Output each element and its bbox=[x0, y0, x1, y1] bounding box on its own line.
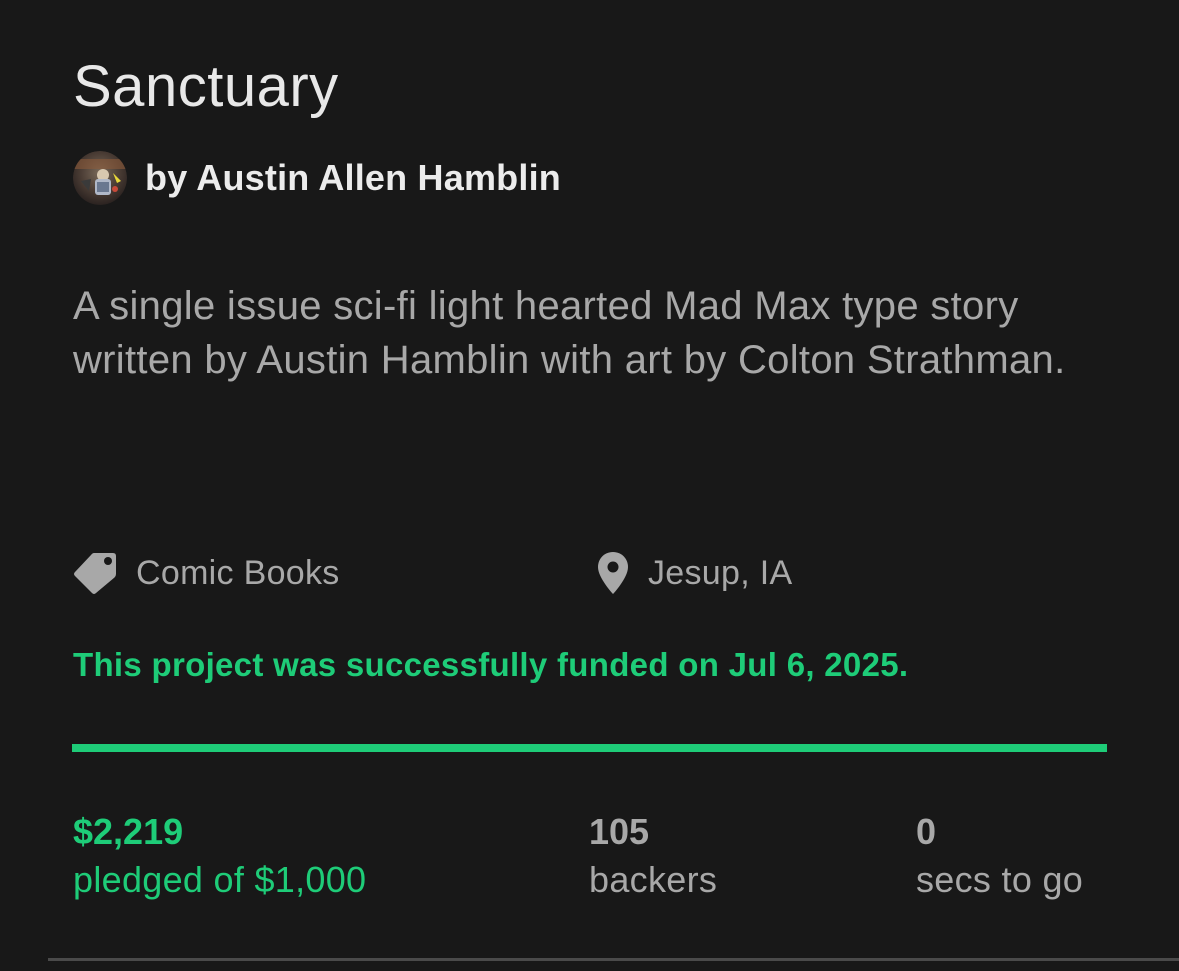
location-link[interactable]: Jesup, IA bbox=[596, 545, 792, 601]
time-remaining-value: 0 bbox=[916, 811, 937, 852]
project-blurb: A single issue sci-fi light hearted Mad … bbox=[73, 284, 1066, 382]
tag-icon bbox=[72, 550, 118, 596]
pledged-amount: $2,219 bbox=[73, 811, 184, 852]
map-pin-icon bbox=[596, 550, 630, 596]
location-label: Jesup, IA bbox=[648, 553, 793, 592]
category-label: Comic Books bbox=[136, 553, 340, 592]
project-title: Sanctuary bbox=[73, 54, 339, 119]
creator-row[interactable]: by Austin Allen Hamblin bbox=[73, 150, 561, 206]
avatar-image bbox=[73, 151, 127, 205]
funding-progress-bar bbox=[72, 744, 1107, 752]
time-remaining-label: secs to go bbox=[916, 859, 1084, 900]
stat-time-remaining: 0 secs to go bbox=[916, 810, 1083, 906]
backers-label: backers bbox=[589, 859, 718, 900]
stat-backers: 105 backers bbox=[589, 810, 717, 906]
project-card: Sanctuary by Austin Allen Hamblin A sing… bbox=[0, 0, 1179, 958]
pledged-goal-label: pledged of $1,000 bbox=[73, 859, 367, 900]
funded-status-message: This project was successfully funded on … bbox=[73, 646, 909, 683]
creator-name-link[interactable]: by Austin Allen Hamblin bbox=[145, 157, 561, 199]
funding-progress-fill bbox=[72, 744, 1107, 752]
backers-count: 105 bbox=[589, 811, 650, 852]
stat-pledged: $2,219 pledged of $1,000 bbox=[73, 810, 366, 906]
category-link[interactable]: Comic Books bbox=[72, 545, 340, 601]
card-divider bbox=[48, 958, 1179, 961]
creator-avatar[interactable] bbox=[73, 151, 127, 205]
